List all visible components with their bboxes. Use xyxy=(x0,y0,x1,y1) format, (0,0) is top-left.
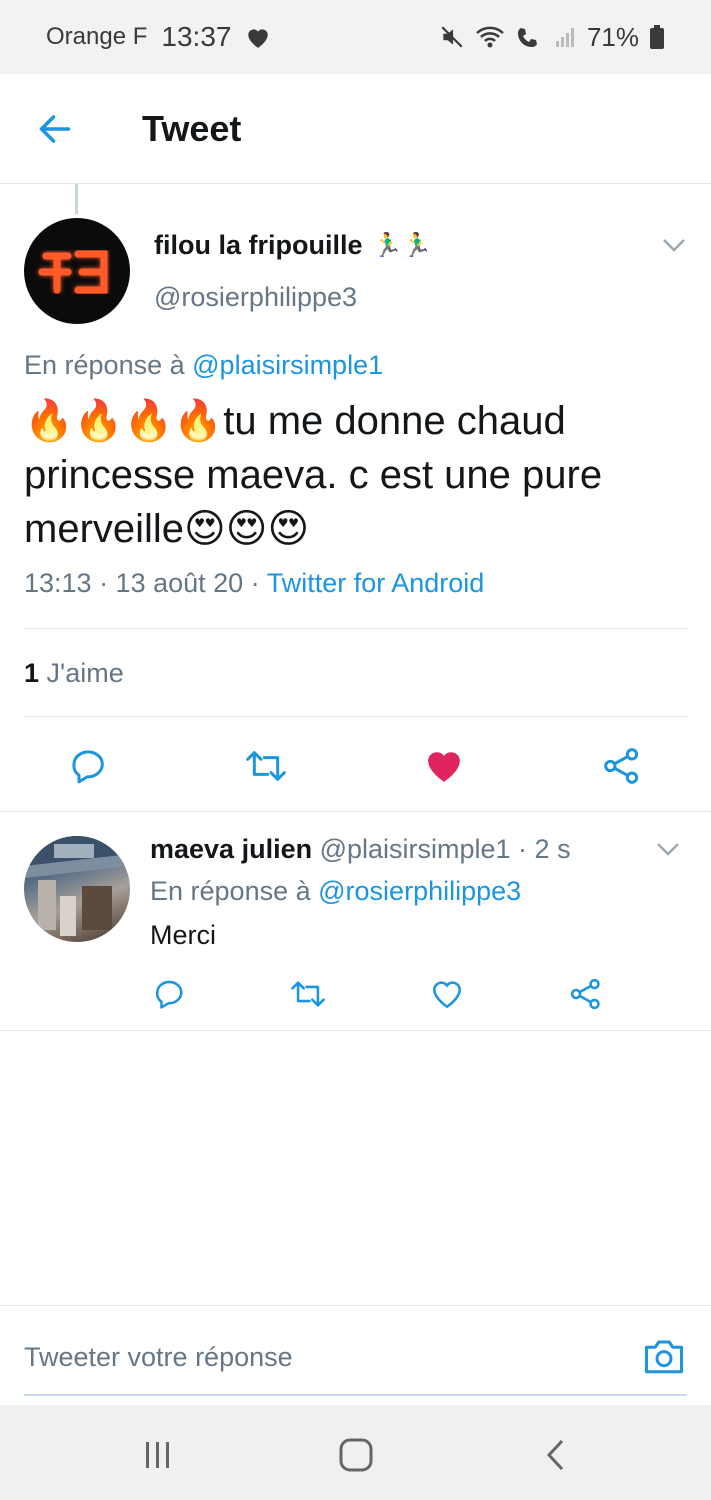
reply-mention-link[interactable]: @rosierphilippe3 xyxy=(318,876,521,906)
reply-composer[interactable]: Tweeter votre réponse xyxy=(0,1305,711,1405)
divider xyxy=(0,1030,711,1031)
carrier-label: Orange F xyxy=(46,23,148,50)
likes-label: J'aime xyxy=(39,658,124,688)
tweet-source-link[interactable]: Twitter for Android xyxy=(267,568,485,598)
recent-apps-icon xyxy=(146,1442,169,1468)
heart-outline-icon xyxy=(432,981,462,1009)
chevron-down-icon xyxy=(663,239,685,252)
app-bar: Tweet xyxy=(0,74,711,184)
share-icon xyxy=(570,978,600,1010)
wifi-icon xyxy=(475,24,505,50)
heart-status-icon xyxy=(245,25,271,49)
reply-handle-time: @plaisirsimple1 · 2 s xyxy=(312,834,571,864)
like-button[interactable] xyxy=(422,744,466,788)
signal-icon xyxy=(555,25,577,49)
battery-percent: 71% xyxy=(586,21,639,52)
retweet-button[interactable] xyxy=(244,744,288,788)
chevron-left-icon xyxy=(546,1439,564,1471)
reply-icon xyxy=(72,750,104,784)
retweet-button[interactable] xyxy=(286,972,330,1016)
back-nav-button[interactable] xyxy=(536,1435,576,1475)
reply-mention-link[interactable]: @plaisirsimple1 xyxy=(192,350,383,380)
share-button[interactable] xyxy=(600,744,644,788)
reply-context: En réponse à @plaisirsimple1 xyxy=(24,350,383,381)
avatar[interactable] xyxy=(24,218,130,324)
likes-number: 1 xyxy=(24,658,40,688)
avatar[interactable] xyxy=(24,836,130,942)
reply-icon xyxy=(155,980,183,1009)
home-button[interactable] xyxy=(336,1435,376,1475)
camera-icon xyxy=(645,1340,683,1374)
reply-input[interactable]: Tweeter votre réponse xyxy=(24,1342,293,1373)
thread-connector xyxy=(75,184,78,214)
tweet-actions xyxy=(0,744,711,804)
heart-filled-icon xyxy=(428,752,460,782)
back-button[interactable] xyxy=(0,74,110,184)
clock: 13:37 xyxy=(161,21,232,52)
page-title: Tweet xyxy=(142,107,242,149)
share-icon xyxy=(604,748,639,784)
reply-header: maeva julien @plaisirsimple1 · 2 s xyxy=(150,834,571,865)
author-handle[interactable]: @rosierphilippe3 xyxy=(154,282,357,313)
input-underline xyxy=(24,1394,687,1396)
reply-author-name[interactable]: maeva julien xyxy=(150,834,312,864)
wifi-calling-icon xyxy=(515,24,545,50)
retweet-icon xyxy=(291,981,325,1007)
share-button[interactable] xyxy=(564,972,608,1016)
like-button[interactable] xyxy=(425,972,469,1016)
author-name[interactable]: filou la fripouille 🏃‍♂️🏃‍♂️ xyxy=(154,230,432,261)
reply-actions xyxy=(0,972,711,1016)
likes-count[interactable]: 1 J'aime xyxy=(24,658,124,689)
tweet-timestamp: 13:13 · 13 août 20 · xyxy=(24,568,267,598)
home-icon xyxy=(339,1438,373,1472)
reply-button[interactable] xyxy=(148,972,192,1016)
system-nav-bar xyxy=(0,1405,711,1500)
tweet-options-button[interactable] xyxy=(661,236,687,259)
mute-icon xyxy=(439,24,465,50)
reply-prefix: En réponse à xyxy=(150,876,311,906)
divider xyxy=(24,628,687,629)
battery-icon xyxy=(649,24,665,50)
reply-tweet[interactable]: maeva julien @plaisirsimple1 · 2 s En ré… xyxy=(0,812,711,1032)
chevron-down-icon xyxy=(657,843,679,856)
reply-context: En réponse à @rosierphilippe3 xyxy=(150,876,521,907)
camera-button[interactable] xyxy=(643,1336,685,1381)
reply-prefix: En réponse à xyxy=(24,350,185,380)
retweet-icon xyxy=(246,751,286,781)
reply-button[interactable] xyxy=(67,744,111,788)
divider xyxy=(24,716,687,717)
tweet-meta: 13:13 · 13 août 20 · Twitter for Android xyxy=(24,568,484,599)
recent-apps-button[interactable] xyxy=(138,1435,178,1475)
author-name-emoji: 🏃‍♂️🏃‍♂️ xyxy=(372,232,433,259)
author-display-name: filou la fripouille xyxy=(154,230,363,260)
tweet-text: 🔥🔥🔥🔥tu me donne chaud princesse maeva. c… xyxy=(24,399,603,551)
reply-text: Merci xyxy=(150,920,216,950)
arrow-left-icon xyxy=(39,114,71,143)
status-bar: Orange F 13:37 71% xyxy=(0,0,711,74)
reply-options-button[interactable] xyxy=(655,840,681,863)
